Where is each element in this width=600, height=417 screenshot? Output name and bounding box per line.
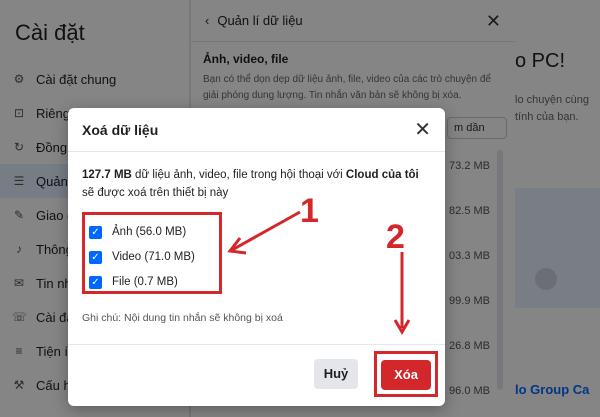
step-2-label: 2 xyxy=(386,218,405,256)
dialog-title: Xoá dữ liệu xyxy=(82,122,159,138)
cancel-button[interactable]: Huỷ xyxy=(314,359,358,389)
dialog-footer: Huỷ Xóa xyxy=(68,344,445,406)
option-label: File (0.7 MB) xyxy=(112,276,178,288)
option-files[interactable]: ✓ File (0.7 MB) xyxy=(89,271,178,293)
summary-suffix: sẽ được xoá trên thiết bị này xyxy=(82,187,229,199)
checkbox-checked-icon[interactable]: ✓ xyxy=(89,250,102,264)
options-highlight-box: ✓ Ảnh (56.0 MB) ✓ Video (71.0 MB) ✓ File (0… xyxy=(82,212,222,294)
delete-data-dialog: Xoá dữ liệu ✕ 127.7 MB dữ liệu ảnh, vide… xyxy=(68,108,445,406)
dialog-summary: 127.7 MB dữ liệu ảnh, video, file trong … xyxy=(82,166,427,202)
total-size: 127.7 MB xyxy=(82,169,132,181)
option-label: Ảnh (56.0 MB) xyxy=(112,226,187,238)
delete-button[interactable]: Xóa xyxy=(381,360,431,390)
summary-text: dữ liệu ảnh, video, file trong hội thoại… xyxy=(131,169,346,181)
option-label: Video (71.0 MB) xyxy=(112,251,195,263)
delete-highlight-box: Xóa xyxy=(374,351,438,397)
checkbox-checked-icon[interactable]: ✓ xyxy=(89,225,102,239)
option-photos[interactable]: ✓ Ảnh (56.0 MB) xyxy=(89,221,186,243)
dialog-note: Ghi chú: Nội dung tin nhắn sẽ không bị x… xyxy=(82,312,283,324)
checkbox-checked-icon[interactable]: ✓ xyxy=(89,275,102,289)
dialog-header: Xoá dữ liệu ✕ xyxy=(68,108,445,152)
conversation-name: Cloud của tôi xyxy=(345,169,419,181)
close-icon[interactable]: ✕ xyxy=(414,117,431,142)
option-videos[interactable]: ✓ Video (71.0 MB) xyxy=(89,246,195,268)
step-1-label: 1 xyxy=(300,192,319,230)
